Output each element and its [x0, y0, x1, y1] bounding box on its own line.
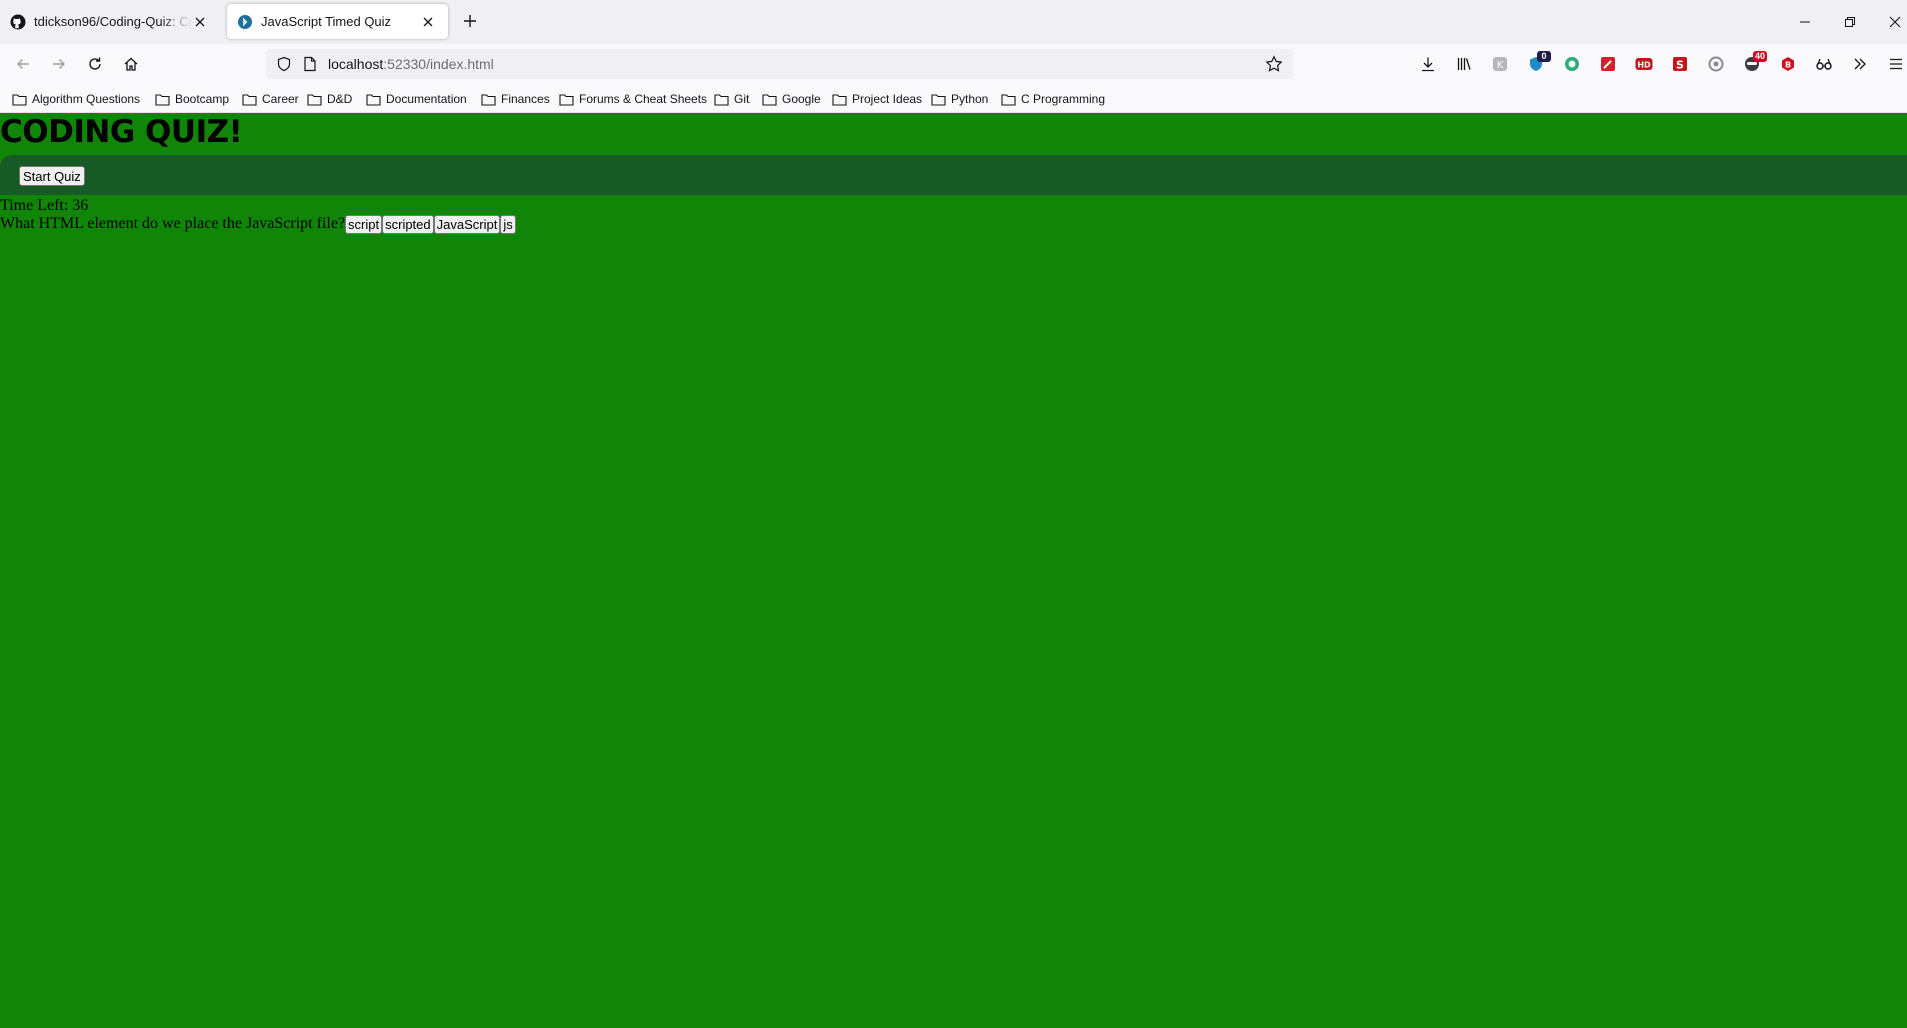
start-quiz-button[interactable]: Start Quiz [19, 166, 85, 186]
extension-s-icon[interactable]: S [1670, 54, 1690, 74]
shield-icon[interactable] [276, 56, 292, 77]
new-tab-button[interactable] [460, 11, 480, 31]
svg-text:HD: HD [1637, 61, 1651, 70]
page-icon[interactable] [303, 56, 317, 77]
folder-icon [481, 93, 496, 106]
bookmark-folder-finances[interactable]: Finances [481, 90, 550, 108]
extension-shield-icon[interactable]: 0 [1526, 51, 1551, 74]
bookmark-folder-career[interactable]: Career [242, 90, 299, 108]
bookmark-folder-dnd[interactable]: D&D [307, 90, 352, 108]
close-tab-icon[interactable] [420, 14, 436, 30]
extension-circle-icon[interactable] [1562, 54, 1582, 74]
close-tab-icon[interactable] [192, 14, 208, 30]
extension-pen-icon[interactable] [1598, 54, 1618, 74]
address-bar[interactable]: localhost:52330/index.html [266, 49, 1293, 79]
question-text: What HTML element do we place the JavaSc… [0, 215, 346, 232]
extension-mask-icon[interactable]: 40 [1742, 51, 1767, 74]
folder-icon [242, 93, 257, 106]
badge-count: 40 [1753, 51, 1767, 62]
bookmark-label: C Programming [1021, 92, 1106, 106]
badge-count: 0 [1537, 51, 1551, 62]
folder-icon [931, 93, 946, 106]
folder-icon [559, 93, 574, 106]
folder-icon [714, 93, 729, 106]
bookmark-label: Forums & Cheat Sheets [579, 92, 708, 106]
github-icon [10, 14, 26, 29]
folder-icon [155, 93, 170, 106]
globe-icon [238, 14, 252, 29]
menu-icon[interactable] [1886, 54, 1906, 74]
answer-button-js[interactable]: js [500, 214, 516, 234]
bookmark-folder-google[interactable]: Google [762, 90, 821, 108]
timer-value: 36 [72, 197, 89, 214]
answer-button-javascript[interactable]: JavaScript [433, 214, 501, 234]
folder-icon [12, 93, 27, 106]
folder-icon [307, 93, 322, 106]
bookmark-folder-algorithm-questions[interactable]: Algorithm Questions [12, 90, 140, 108]
reload-icon[interactable] [83, 52, 107, 76]
tab-title: tdickson96/Coding-Quiz: Creati [34, 14, 192, 29]
svg-text:K: K [1497, 60, 1504, 71]
bookmark-folder-git[interactable]: Git [714, 90, 749, 108]
extension-glasses-icon[interactable] [1814, 54, 1834, 74]
bookmark-folder-bootcamp[interactable]: Bootcamp [155, 90, 229, 108]
folder-icon [832, 93, 847, 106]
bookmark-label: Documentation [386, 92, 467, 106]
answer-button-scripted[interactable]: scripted [382, 214, 434, 234]
folder-icon [1001, 93, 1016, 106]
bookmark-label: D&D [327, 92, 353, 106]
bookmark-label: Algorithm Questions [32, 92, 141, 106]
bookmark-label: Bootcamp [175, 92, 230, 106]
extension-gear-icon[interactable] [1706, 54, 1726, 74]
page-viewport: CODING QUIZ! Start Quiz Time Left: 36 Wh… [0, 113, 1907, 1028]
bookmark-folder-project-ideas[interactable]: Project Ideas [832, 90, 922, 108]
tab-quiz[interactable]: JavaScript Timed Quiz [227, 4, 448, 39]
url-path: :52330/index.html [383, 56, 494, 72]
svg-text:B: B [1785, 61, 1791, 70]
bookmark-folder-python[interactable]: Python [931, 90, 988, 108]
restore-icon[interactable] [1840, 12, 1860, 32]
library-icon[interactable] [1454, 54, 1474, 74]
question-block: What HTML element do we place the JavaSc… [0, 214, 516, 234]
bookmark-label: Google [782, 92, 821, 106]
url-host: localhost [328, 56, 384, 72]
folder-icon [762, 93, 777, 106]
bookmarks-toolbar: Algorithm Questions Bootcamp Career D&D … [0, 84, 1907, 113]
tab-strip: tdickson96/Coding-Quiz: Creati JavaScrip… [0, 0, 1907, 44]
answer-button-script[interactable]: script [345, 214, 383, 234]
tab-title: JavaScript Timed Quiz [261, 14, 392, 29]
extension-b-icon[interactable]: B [1778, 54, 1798, 74]
controls-bar: Start Quiz [0, 155, 1907, 195]
forward-icon[interactable] [47, 52, 71, 76]
bookmark-folder-forums[interactable]: Forums & Cheat Sheets [559, 90, 707, 108]
extension-hd-icon[interactable]: HD [1634, 54, 1654, 74]
extension-k-icon[interactable]: K [1490, 54, 1510, 74]
folder-icon [366, 93, 381, 106]
page-title: CODING QUIZ! [0, 114, 243, 150]
tab-github[interactable]: tdickson96/Coding-Quiz: Creati [0, 4, 220, 39]
bookmark-folder-documentation[interactable]: Documentation [366, 90, 467, 108]
svg-text:S: S [1676, 59, 1684, 72]
home-icon[interactable] [119, 52, 143, 76]
bookmark-folder-c-programming[interactable]: C Programming [1001, 90, 1105, 108]
downloads-icon[interactable] [1418, 54, 1438, 74]
close-window-icon[interactable] [1885, 12, 1905, 32]
bookmark-label: Python [951, 92, 989, 106]
back-icon[interactable] [11, 52, 35, 76]
overflow-chevron-icon[interactable] [1850, 54, 1870, 74]
timer: Time Left: 36 [0, 197, 88, 215]
minimize-icon[interactable] [1795, 12, 1815, 32]
bookmark-label: Project Ideas [852, 92, 923, 106]
bookmark-label: Git [734, 92, 750, 106]
navigation-toolbar: localhost:52330/index.html K 0 HD S 40 B [0, 44, 1907, 84]
bookmark-star-icon[interactable] [1265, 55, 1283, 78]
bookmark-label: Finances [501, 92, 550, 106]
timer-label: Time Left: [0, 197, 73, 214]
bookmark-label: Career [262, 92, 299, 106]
url-text[interactable]: localhost:52330/index.html [328, 56, 494, 72]
